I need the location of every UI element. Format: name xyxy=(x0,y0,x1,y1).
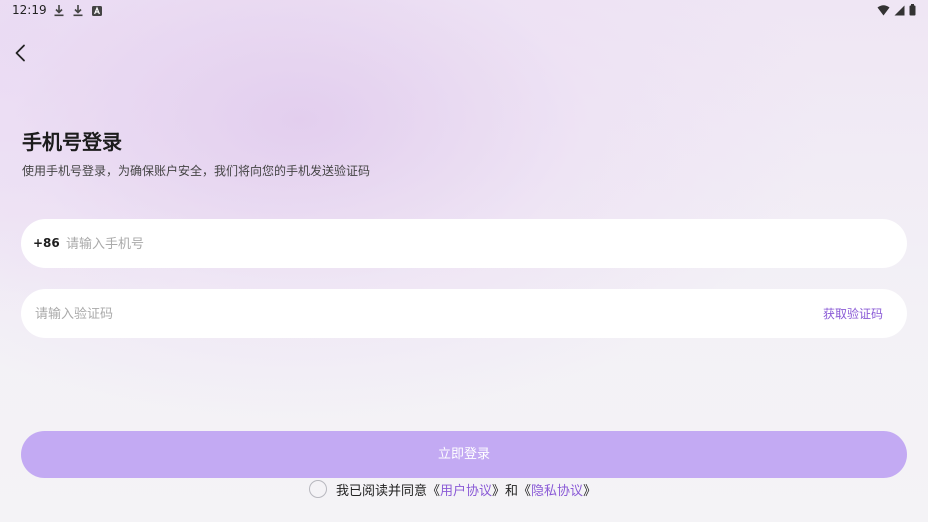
status-bar: 12:19 xyxy=(0,0,928,22)
user-agreement-link[interactable]: 用户协议 xyxy=(440,480,492,499)
status-time: 12:19 xyxy=(12,3,47,17)
back-button[interactable] xyxy=(10,42,32,64)
country-code: +86 xyxy=(33,236,60,250)
status-icons-left xyxy=(53,4,103,20)
page-title: 手机号登录 xyxy=(22,130,122,154)
agreement-row: 我已阅读并同意《 用户协议 》和《 隐私协议》 xyxy=(309,478,596,500)
verification-code-input[interactable] xyxy=(33,303,637,325)
verification-code-field: 获取验证码 xyxy=(21,289,907,338)
download-icon xyxy=(53,4,65,20)
wifi-icon xyxy=(877,4,890,19)
agreement-checkbox[interactable] xyxy=(309,480,327,498)
font-icon xyxy=(91,5,103,20)
signal-icon xyxy=(894,5,905,19)
download-icon xyxy=(72,4,84,20)
page-subtitle: 使用手机号登录，为确保账户安全，我们将向您的手机发送验证码 xyxy=(22,164,371,178)
get-code-button[interactable]: 获取验证码 xyxy=(823,305,883,322)
phone-input[interactable] xyxy=(64,233,568,255)
status-icons-right xyxy=(877,4,916,19)
battery-icon xyxy=(909,4,916,19)
agreement-middle: 》和《 xyxy=(492,483,532,499)
agreement-suffix: 》 xyxy=(583,483,597,499)
privacy-policy-link[interactable]: 隐私协议 xyxy=(531,480,583,499)
phone-field: +86 xyxy=(21,219,907,268)
chevron-left-icon xyxy=(15,44,25,62)
login-button[interactable]: 立即登录 xyxy=(21,431,907,478)
agreement-prefix: 我已阅读并同意《 xyxy=(336,483,441,499)
